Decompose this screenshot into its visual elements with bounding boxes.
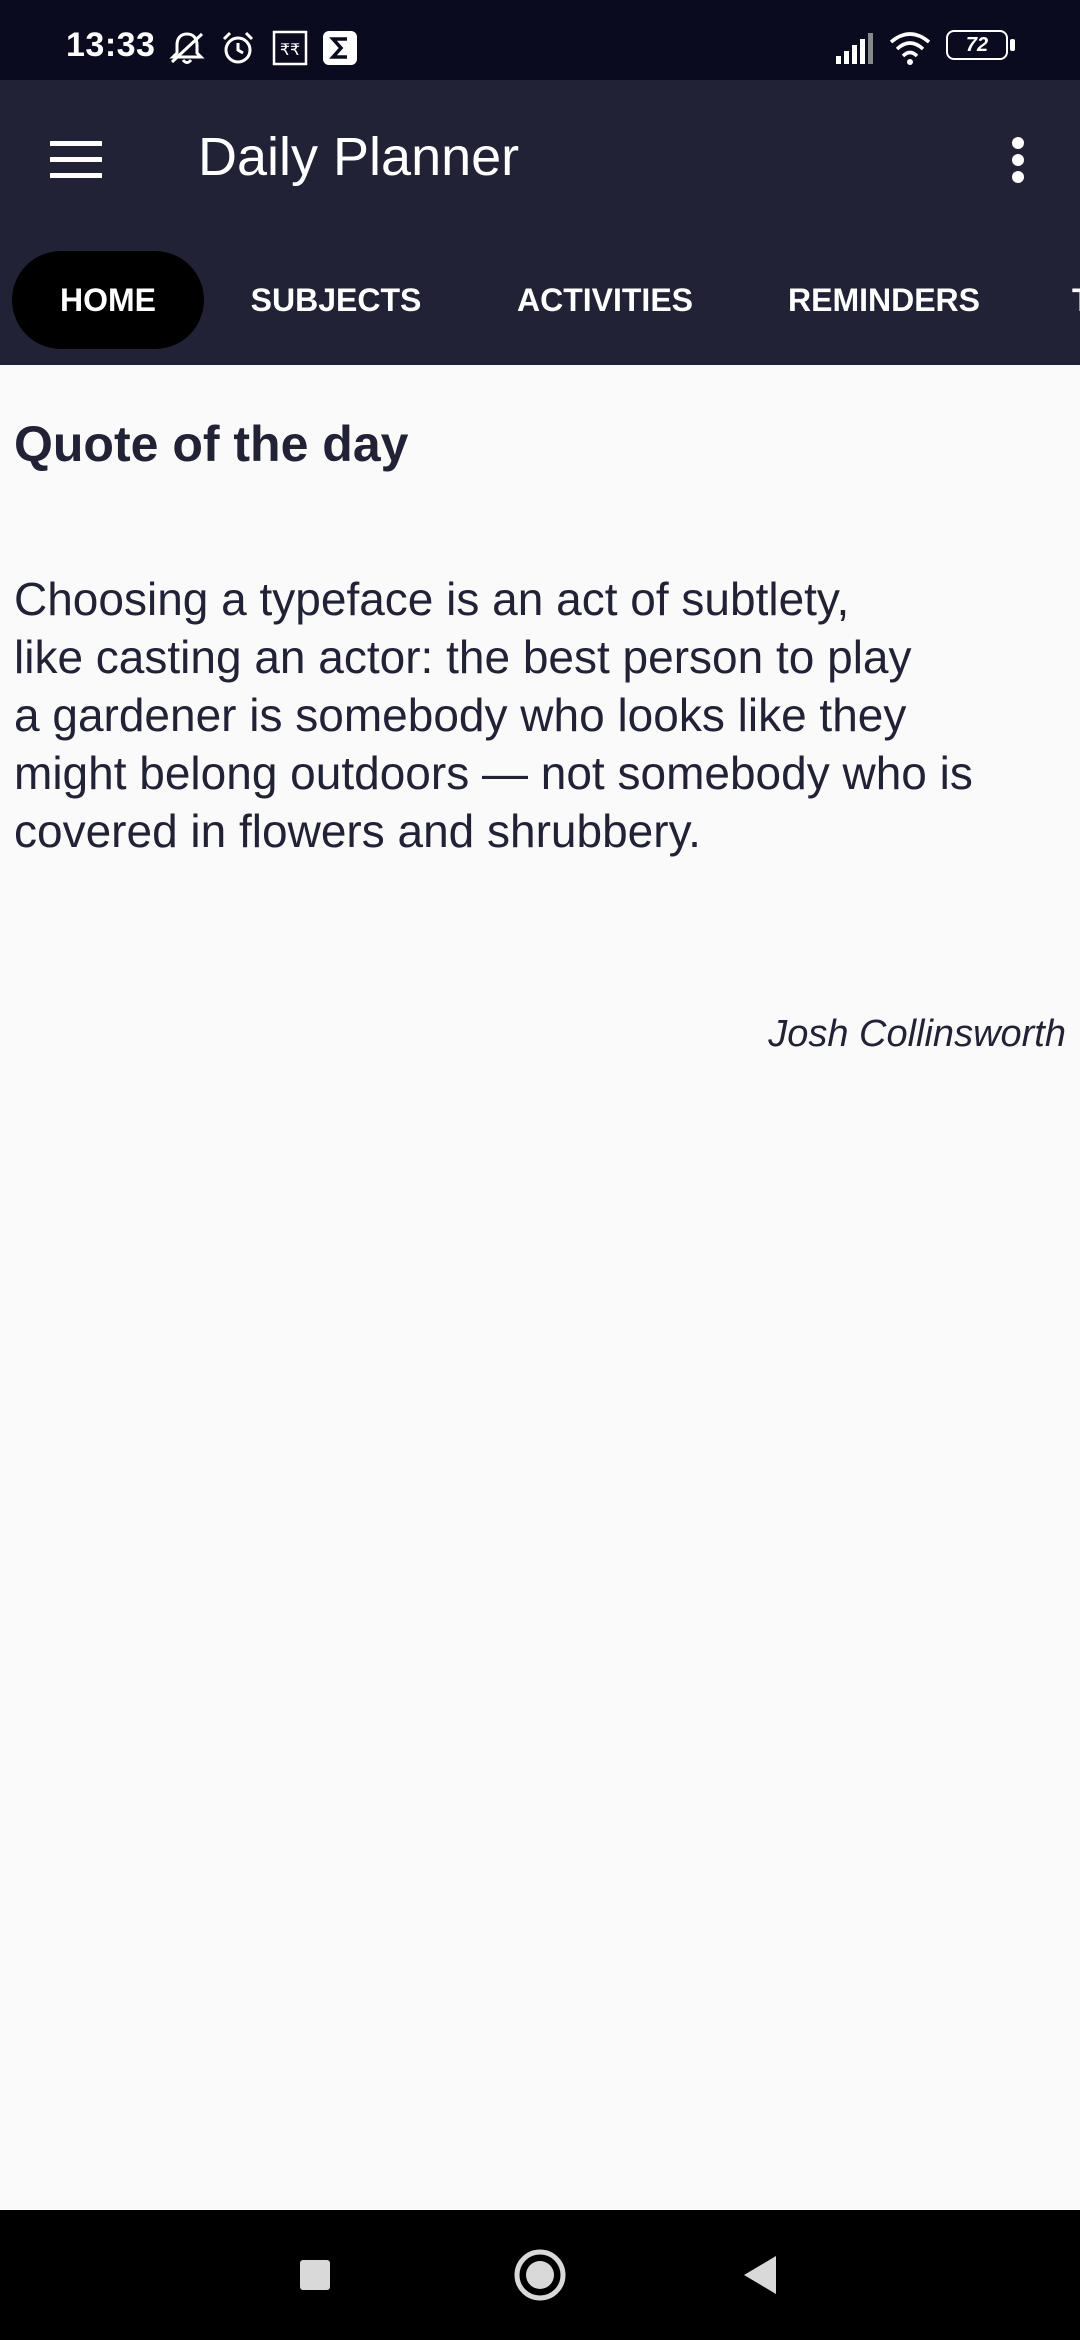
hamburger-menu-icon	[50, 141, 102, 178]
quote-line: like casting an actor: the best person t…	[14, 631, 912, 683]
home-circle-icon	[514, 2249, 566, 2301]
app-bar: Daily Planner	[0, 80, 1080, 235]
tab-home[interactable]: HOME	[12, 251, 204, 349]
tab-subjects-label: SUBJECTS	[250, 281, 422, 318]
quote-line: covered in flowers and shrubbery.	[14, 805, 701, 857]
tab-partial[interactable]: T	[1072, 251, 1080, 349]
overflow-menu-button[interactable]	[990, 125, 1046, 193]
svg-text:₹₹: ₹₹	[280, 40, 300, 59]
signal-icon	[836, 33, 873, 64]
tab-activities-label: ACTIVITIES	[516, 281, 693, 318]
notifications-muted-icon	[169, 32, 205, 64]
home-content: Quote of the day Choosing a typeface is …	[0, 365, 1080, 2210]
tab-strip: HOME SUBJECTS ACTIVITIES REMINDERS T	[0, 235, 1080, 365]
tab-home-label: HOME	[60, 281, 156, 318]
app-title: Daily Planner	[198, 127, 520, 187]
screen: 13:33 ₹₹ 72 Daily Planner HOME SUBJECTS …	[0, 0, 1080, 2340]
more-vert-icon	[1012, 137, 1024, 183]
quote-heading: Quote of the day	[14, 416, 409, 472]
back-button[interactable]	[720, 2240, 800, 2310]
rupee-icon: ₹₹	[272, 30, 308, 66]
wifi-icon	[889, 32, 931, 65]
quote-line: Choosing a typeface is an act of subtlet…	[14, 573, 850, 625]
tab-partial-label: T	[1072, 282, 1080, 319]
quote-text: Choosing a typeface is an act of subtlet…	[14, 570, 1076, 860]
recents-button[interactable]	[275, 2240, 355, 2310]
quote-author: Josh Collinsworth	[768, 1013, 1066, 1055]
recents-square-icon	[300, 2260, 330, 2290]
battery-level: 72	[965, 33, 989, 56]
tab-reminders-label: REMINDERS	[787, 281, 980, 318]
home-button[interactable]	[500, 2240, 580, 2310]
sigma-icon	[323, 31, 357, 65]
system-nav-bar	[0, 2210, 1080, 2340]
tab-activities[interactable]: ACTIVITIES	[494, 251, 716, 349]
status-bar: 13:33 ₹₹ 72	[0, 0, 1080, 80]
back-triangle-icon	[744, 2256, 776, 2294]
tab-reminders[interactable]: REMINDERS	[770, 251, 998, 349]
tab-subjects[interactable]: SUBJECTS	[232, 251, 440, 349]
quote-line: might belong outdoors — not somebody who…	[14, 747, 973, 799]
menu-button[interactable]	[38, 125, 116, 193]
alarm-icon	[222, 31, 254, 64]
status-time: 13:33	[66, 26, 156, 64]
quote-line: a gardener is somebody who looks like th…	[14, 689, 907, 741]
battery-icon: 72	[946, 30, 1018, 64]
